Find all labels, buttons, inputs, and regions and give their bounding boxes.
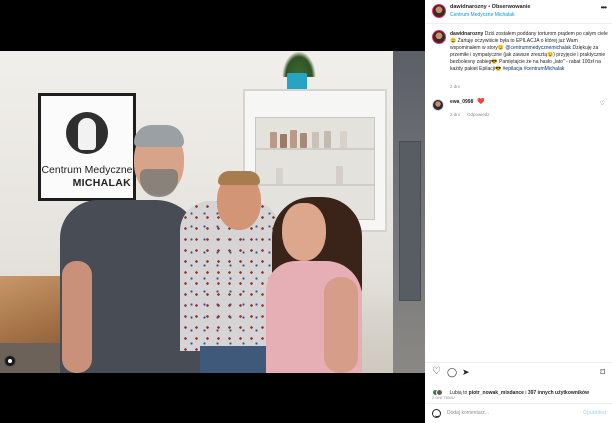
post-actions-bar: ♡ ◯ ➤ ⌑ — [425, 362, 612, 382]
person-right-head — [282, 203, 326, 261]
comment-username[interactable]: ewa_0998 — [450, 99, 473, 105]
like-heart-icon[interactable]: ♡ — [432, 367, 441, 377]
comment-meta: 2 dni Odpowiedz — [450, 112, 496, 117]
add-comment-bar: Dodaj komentarz... Opublikuj — [425, 403, 612, 423]
photo-doorway — [393, 51, 425, 373]
author-line: dawidnarozny • Obserwowanie — [450, 4, 531, 10]
publish-comment-button[interactable]: Opublikuj — [583, 410, 606, 416]
post-header: dawidnarozny • Obserwowanie Centrum Medy… — [425, 0, 612, 24]
product-bottle — [324, 131, 331, 148]
comment-like-heart-icon[interactable]: ♡ — [600, 100, 605, 107]
person-left-hair — [134, 125, 184, 147]
likes-others-link[interactable]: 397 innych użytkowników — [528, 390, 589, 396]
product-bottle — [312, 132, 319, 148]
comment-time: 2 dni — [450, 112, 460, 117]
author-avatar[interactable] — [432, 4, 446, 18]
clinic-sign-line2: MICHALAK — [72, 177, 131, 189]
share-send-icon[interactable]: ➤ — [462, 367, 470, 377]
save-bookmark-icon[interactable]: ⌑ — [600, 367, 605, 377]
photo-door — [399, 141, 421, 301]
instagram-post-modal: Centrum Medyczne MICHALAK dawidnarozny •… — [0, 0, 612, 423]
post-caption: dawidnarozny Dziś zostałem poddany tortu… — [450, 31, 608, 73]
emoji-icon[interactable] — [432, 409, 441, 418]
product-bottle — [336, 166, 343, 184]
caption-mention[interactable]: @centrummedycznemichalak — [505, 45, 571, 51]
cabinet-shelf — [256, 184, 374, 186]
comment-input[interactable]: Dodaj komentarz... — [447, 410, 489, 416]
product-bottle — [340, 131, 347, 148]
person-center-jeans — [200, 346, 270, 373]
product-bottle — [280, 134, 287, 148]
caption-hashtag-centrum[interactable]: #centrumMichalak — [524, 66, 565, 72]
location-link[interactable]: Centrum Medyczne Michalak — [450, 12, 514, 18]
cabinet-shelf — [256, 148, 374, 150]
commenter-avatar[interactable] — [432, 99, 444, 111]
caption-hashtag-epilacja[interactable]: #epilacja — [503, 66, 523, 72]
likes-text: Lubią to piotr_nowak_mixdance i 397 inny… — [449, 390, 589, 396]
comment-bubble-icon[interactable]: ◯ — [447, 367, 457, 377]
likes-user-link[interactable]: piotr_nowak_mixdance — [469, 390, 524, 396]
clinic-sign: Centrum Medyczne MICHALAK — [38, 93, 136, 201]
person-left-arm — [62, 261, 92, 373]
product-bottle — [300, 133, 307, 148]
more-options-icon[interactable]: ••• — [601, 3, 607, 12]
post-timestamp: 2 DNI TEMU — [432, 395, 455, 400]
person-right-arm — [324, 277, 358, 373]
product-bottle — [276, 168, 283, 184]
product-bottle — [270, 132, 277, 148]
clinic-sign-line1: Centrum Medyczne — [41, 164, 133, 176]
caption-username[interactable]: dawidnarozny — [450, 31, 483, 37]
person-center-hair — [218, 171, 260, 185]
post-side-panel: dawidnarozny • Obserwowanie Centrum Medy… — [425, 0, 612, 423]
likes-summary: Lubią to piotr_nowak_mixdance i 397 inny… — [432, 384, 589, 397]
caption-author-avatar[interactable] — [432, 30, 446, 44]
product-bottle — [290, 130, 297, 148]
comment-heart-emoji: ❤️ — [477, 99, 485, 105]
comment-reply-button[interactable]: Odpowiedz — [467, 112, 490, 117]
header-separator: • — [488, 4, 491, 10]
following-button[interactable]: Obserwowanie — [492, 4, 531, 10]
clinic-logo-icon — [66, 112, 108, 154]
tagged-users-icon[interactable] — [4, 355, 16, 367]
caption-time: 2 dni — [450, 84, 460, 89]
author-username[interactable]: dawidnarozny — [450, 4, 487, 10]
post-photo[interactable]: Centrum Medyczne MICHALAK — [0, 51, 425, 373]
